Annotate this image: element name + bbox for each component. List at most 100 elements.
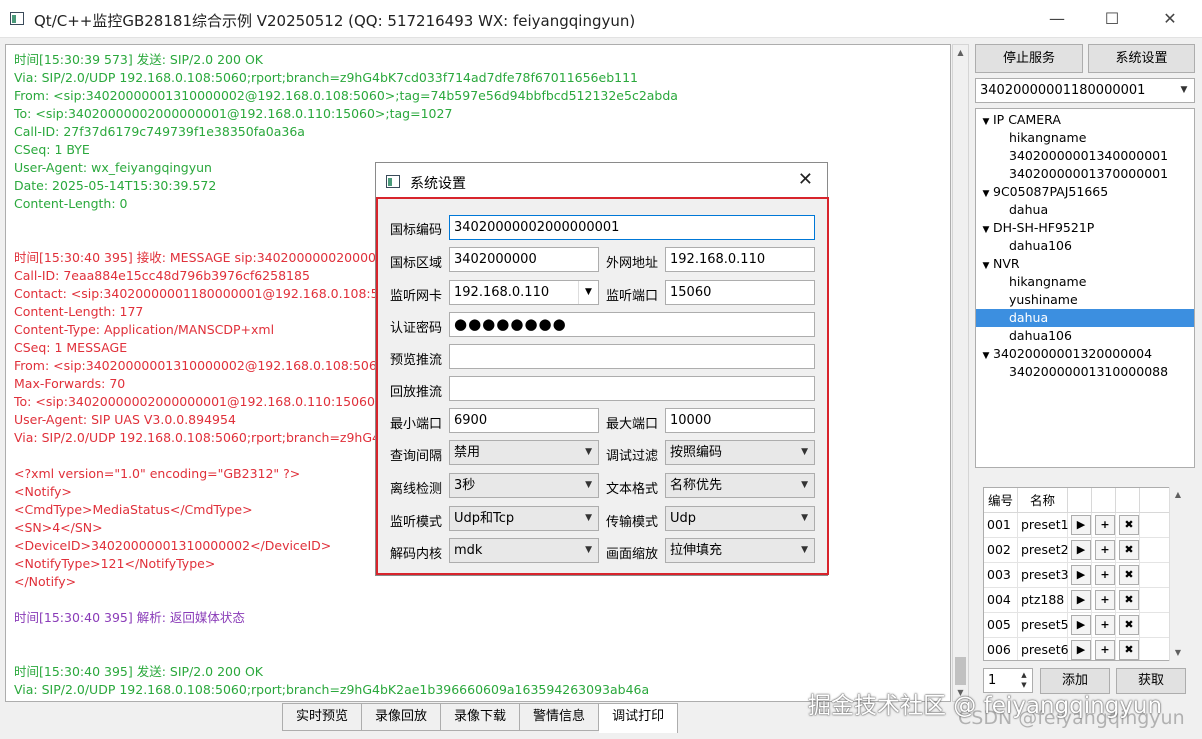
picture-scale-select[interactable]: 拉伸填充 ▼ <box>665 538 815 563</box>
debug-filter-select[interactable]: 按照编码 ▼ <box>665 440 815 465</box>
log-scrollbar[interactable]: ▲ ▼ <box>952 44 969 702</box>
log-line: 时间[15:30:40 395] 发送: SIP/2.0 200 OK <box>14 664 263 679</box>
preset-name[interactable]: preset2 <box>1018 538 1069 562</box>
play-icon[interactable]: ▶ <box>1071 640 1091 660</box>
log-line: Call-ID: 27f37d6179c749739f1e38350fa0a36… <box>14 124 305 139</box>
preset-row[interactable]: 006 preset6 ▶ + ✖ <box>984 638 1185 660</box>
preset-scrollbar[interactable]: ▲ ▼ <box>1169 487 1186 661</box>
preset-name[interactable]: ptz188 <box>1018 588 1068 612</box>
delete-icon[interactable]: ✖ <box>1119 565 1139 585</box>
play-icon[interactable]: ▶ <box>1071 515 1091 535</box>
play-icon[interactable]: ▶ <box>1071 615 1091 635</box>
stop-service-button[interactable]: 停止服务 <box>975 44 1083 73</box>
listen-port-input[interactable]: 15060 <box>665 280 815 305</box>
min-port-input[interactable]: 6900 <box>449 408 599 433</box>
gb-area-input[interactable]: 3402000000 <box>449 247 599 272</box>
max-port-input[interactable]: 10000 <box>665 408 815 433</box>
preset-row[interactable]: 004 ptz188 ▶ + ✖ <box>984 588 1185 613</box>
tree-item[interactable]: dahua <box>976 201 1194 219</box>
close-button[interactable]: ✕ <box>1141 0 1199 38</box>
preset-row[interactable]: 003 preset3 ▶ + ✖ <box>984 563 1185 588</box>
delete-icon[interactable]: ✖ <box>1119 640 1139 660</box>
auth-password-input[interactable]: ●●●●●●●● <box>449 312 815 337</box>
offline-detect-select[interactable]: 3秒 ▼ <box>449 473 599 498</box>
preset-name[interactable]: preset1 <box>1018 513 1069 537</box>
label-gb-code: 国标编码 <box>390 223 443 238</box>
scroll-up-icon[interactable]: ▲ <box>953 45 968 61</box>
dialog-close-button[interactable]: ✕ <box>798 169 813 190</box>
chevron-down-icon: ▼ <box>1180 85 1188 95</box>
listen-mode-select[interactable]: Udp和Tcp ▼ <box>449 506 599 531</box>
header-number: 编号 <box>984 488 1018 512</box>
preset-row[interactable]: 001 preset1 ▶ + ✖ <box>984 513 1185 538</box>
plus-icon[interactable]: + <box>1095 590 1115 610</box>
tab-live-preview[interactable]: 实时预览 <box>282 703 363 731</box>
tree-group[interactable]: ▼ NVR <box>976 255 1194 273</box>
tree-item[interactable]: hikangname <box>976 129 1194 147</box>
text-format-select[interactable]: 名称优先 ▼ <box>665 473 815 498</box>
tab-debug-print[interactable]: 调试打印 <box>599 703 679 733</box>
preset-row[interactable]: 002 preset2 ▶ + ✖ <box>984 538 1185 563</box>
play-icon[interactable]: ▶ <box>1071 540 1091 560</box>
debug-filter-value: 按照编码 <box>670 445 723 460</box>
delete-icon[interactable]: ✖ <box>1119 540 1139 560</box>
preset-name[interactable]: preset6 <box>1018 638 1069 660</box>
play-icon[interactable]: ▶ <box>1071 590 1091 610</box>
tab-download[interactable]: 录像下载 <box>441 703 521 731</box>
scroll-up-icon[interactable]: ▲ <box>1170 487 1186 503</box>
plus-icon[interactable]: + <box>1095 565 1115 585</box>
tree-node-label: 34020000001310000088 <box>1009 364 1169 379</box>
tree-node-label: dahua106 <box>1009 328 1072 343</box>
scroll-thumb[interactable] <box>955 657 966 685</box>
preset-row[interactable]: 005 preset5 ▶ + ✖ <box>984 613 1185 638</box>
preset-name[interactable]: preset3 <box>1018 563 1069 587</box>
delete-icon[interactable]: ✖ <box>1119 615 1139 635</box>
preset-action-cell: ▶ <box>1068 538 1092 562</box>
tree-item[interactable]: 34020000001340000001 <box>976 147 1194 165</box>
maximize-button[interactable]: ☐ <box>1083 0 1141 38</box>
scroll-down-icon[interactable]: ▼ <box>1170 645 1186 661</box>
tree-group[interactable]: ▼ 34020000001320000004 <box>976 345 1194 363</box>
plus-icon[interactable]: + <box>1095 615 1115 635</box>
tab-alarm-info[interactable]: 警情信息 <box>520 703 600 731</box>
plus-icon[interactable]: + <box>1095 540 1115 560</box>
tree-group[interactable]: ▼ IP CAMERA <box>976 111 1194 129</box>
listen-nic-combo[interactable]: 192.168.0.110 ▼ <box>449 280 599 305</box>
tree-item[interactable]: 34020000001370000001 <box>976 165 1194 183</box>
preview-push-input[interactable] <box>449 344 815 369</box>
tree-item[interactable]: 34020000001310000088 <box>976 363 1194 381</box>
decode-core-select[interactable]: mdk ▼ <box>449 538 599 563</box>
plus-icon[interactable]: + <box>1095 640 1115 660</box>
wan-address-input[interactable]: 192.168.0.110 <box>665 247 815 272</box>
delete-icon[interactable]: ✖ <box>1119 515 1139 535</box>
preset-action-cell: ✖ <box>1116 563 1140 587</box>
preset-action-cell: + <box>1092 513 1116 537</box>
window-title: Qt/C++监控GB28181综合示例 V20250512 (QQ: 51721… <box>34 12 636 30</box>
delete-icon[interactable]: ✖ <box>1119 590 1139 610</box>
preset-name[interactable]: preset5 <box>1018 613 1069 637</box>
query-interval-select[interactable]: 禁用 ▼ <box>449 440 599 465</box>
tree-node-label: 34020000001370000001 <box>1009 166 1169 181</box>
system-settings-button[interactable]: 系统设置 <box>1088 44 1195 73</box>
label-debug-filter: 调试过滤 <box>606 449 659 464</box>
tree-item[interactable]: dahua106 <box>976 237 1194 255</box>
preset-number: 001 <box>984 513 1018 537</box>
device-select[interactable]: 34020000001180000001 ▼ <box>975 78 1195 103</box>
app-icon <box>386 175 400 188</box>
plus-icon[interactable]: + <box>1095 515 1115 535</box>
tree-item[interactable]: dahua106 <box>976 327 1194 345</box>
chevron-down-icon: ▼ <box>801 513 808 523</box>
header-blank <box>1116 488 1140 512</box>
tree-item[interactable]: dahua <box>976 309 1194 327</box>
playback-push-input[interactable] <box>449 376 815 401</box>
transport-mode-select[interactable]: Udp ▼ <box>665 506 815 531</box>
minimize-button[interactable]: — <box>1028 0 1086 38</box>
gb-code-input[interactable]: 34020000002000000001 <box>449 215 815 240</box>
tree-group[interactable]: ▼ 9C05087PAJ51665 <box>976 183 1194 201</box>
tree-item[interactable]: hikangname <box>976 273 1194 291</box>
tree-item[interactable]: yushiname <box>976 291 1194 309</box>
tree-group[interactable]: ▼ DH-SH-HF9521P <box>976 219 1194 237</box>
play-icon[interactable]: ▶ <box>1071 565 1091 585</box>
tab-playback[interactable]: 录像回放 <box>362 703 442 731</box>
